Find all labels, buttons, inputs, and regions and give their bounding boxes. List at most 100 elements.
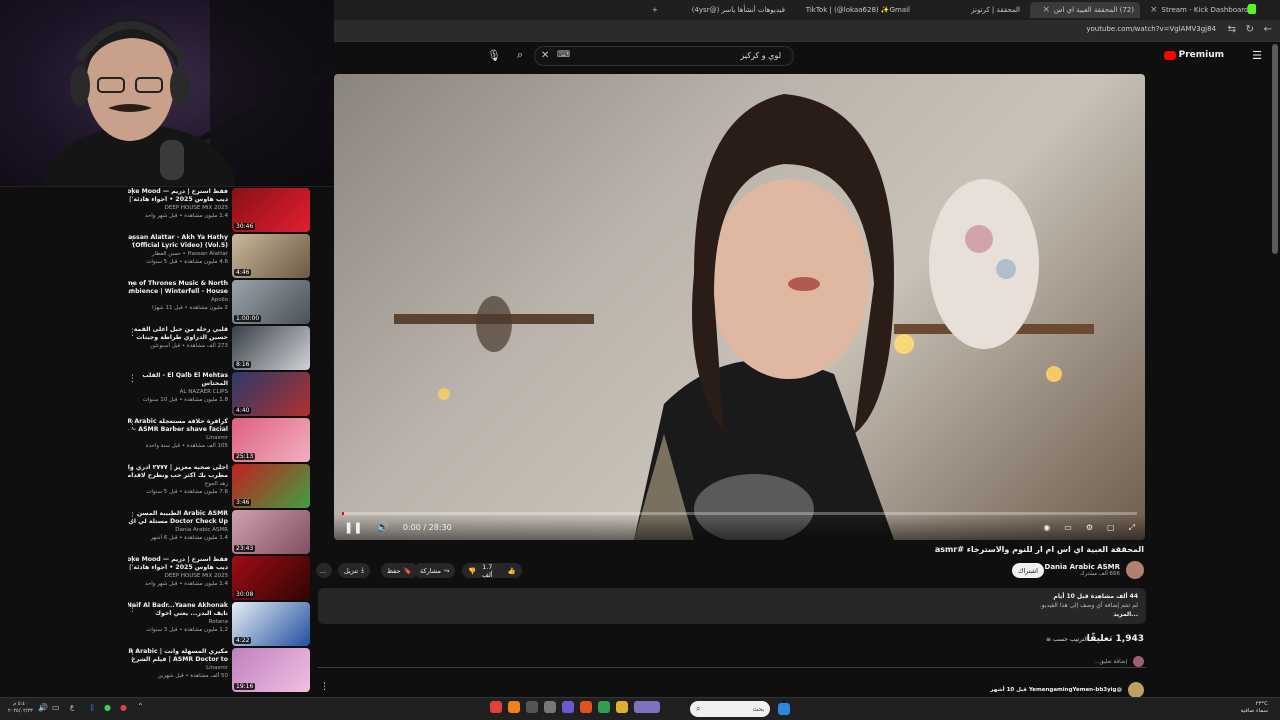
subscribe-button[interactable]: اشتراك xyxy=(1012,563,1044,578)
search-icon[interactable]: ⌕ xyxy=(517,48,523,62)
volume-icon[interactable]: 🔊 xyxy=(38,703,48,712)
input-language[interactable]: ع xyxy=(70,703,74,711)
like-icon[interactable]: 👍 xyxy=(508,567,516,575)
recommended-video[interactable]: ⋮فقط استرخ | دريم — Smoke Moodديب هاوس 2… xyxy=(120,188,320,232)
video-title-line-1[interactable]: كرافرة حلاقة مستعجلة ASMR Arabic xyxy=(128,418,228,426)
video-thumbnail[interactable]: 4:22 xyxy=(232,602,310,646)
commenter-avatar[interactable] xyxy=(1128,682,1144,698)
firefox-icon[interactable] xyxy=(508,701,520,713)
recommended-video[interactable]: ⋮ قلبي رحلة من حبل اعلى القمة حسين الدراوي… xyxy=(120,326,320,370)
video-title-line-1[interactable]: Arabic ASMR الطبيبة المسن xyxy=(128,510,228,518)
settings-icon[interactable]: ⚙ xyxy=(1086,523,1093,532)
video-title-line-2[interactable]: ASMR Doctor to | فيلم الشرخ xyxy=(128,656,228,664)
clear-search-icon[interactable]: ✕ xyxy=(541,50,549,61)
app-icon-4[interactable] xyxy=(544,701,556,713)
video-thumbnail[interactable]: 3:46 xyxy=(232,464,310,508)
add-comment-input[interactable]: إضافة تعليق... xyxy=(1094,659,1127,665)
video-thumbnail[interactable]: 30:08 xyxy=(232,556,310,600)
video-player[interactable]: ❚❚ 🔊 0:00 / 28:30 ◉ ▭ ⚙ ▢ ⤢ xyxy=(334,74,1145,540)
keyboard-icon[interactable]: ⌨ xyxy=(557,50,570,60)
more-actions-button[interactable]: ... xyxy=(316,563,332,578)
recommended-video[interactable]: ⋮كرافرة حلاقة مستعجلة ASMR ArabicASMR Ba… xyxy=(120,418,320,462)
comment-author[interactable]: @YemengamingYemen-bb3yig قبل 10 أشهر xyxy=(990,687,1122,693)
sort-comments-button[interactable]: الترتيب حسب ≡ xyxy=(1046,636,1088,643)
page-scrollbar[interactable] xyxy=(1272,44,1278,254)
comment-more-icon[interactable]: ⋮ xyxy=(320,682,329,692)
video-title-line-2[interactable]: ASMR Barber shave facial ~ جبر xyxy=(128,426,228,434)
channel-name[interactable]: Dania Arabic ASMR xyxy=(128,526,228,534)
volume-icon[interactable]: 🔊 xyxy=(376,522,388,533)
close-tab-icon[interactable]: × xyxy=(1042,5,1050,15)
channel-name[interactable]: زهد الجوع xyxy=(128,480,228,488)
network-icon[interactable]: ▭ xyxy=(52,703,60,712)
file-explorer-icon[interactable] xyxy=(616,701,628,713)
back-icon[interactable]: ← xyxy=(1264,24,1272,35)
menu-icon[interactable]: ☰ xyxy=(1252,49,1262,62)
video-title-line-2[interactable]: نايف البدر... يعني أخوك xyxy=(128,610,228,618)
weather-widget[interactable]: ٢٣°C سماء صافية xyxy=(1241,701,1268,715)
video-title-line-1[interactable]: مكيري المسهلة وانت | ASMR Arabic xyxy=(128,648,228,656)
microphone-icon[interactable]: 🎙 xyxy=(487,49,501,62)
video-thumbnail[interactable]: 4:40 xyxy=(232,372,310,416)
refresh-icon[interactable]: ↻ xyxy=(1246,24,1254,35)
theater-mode-icon[interactable]: ▢ xyxy=(1107,523,1115,532)
tab-tiktok[interactable]: TikTok | (@lokaa628) ✨Gmail xyxy=(790,2,910,18)
recommended-video[interactable]: ⋮احلى صحبه معزيز | ٢٧٧٧ ادري وانك علىمطر… xyxy=(120,464,320,508)
add-comment-row[interactable]: إضافة تعليق... xyxy=(1094,656,1144,667)
video-title-line-2[interactable]: ديب هاوس 2025 • أجواء هادئة | دمعات xyxy=(128,564,228,572)
chrome-icon[interactable] xyxy=(598,701,610,713)
tab-youtube-active[interactable]: (72) المحققة الغبية اي اس × xyxy=(1030,2,1140,18)
tab-kick-dashboard[interactable]: Stream - Kick Dashboard × xyxy=(1150,2,1249,18)
video-title-line-1[interactable]: احلى صحبه معزيز | ٢٧٧٧ ادري وانك على xyxy=(128,464,228,472)
dislike-icon[interactable]: 👎 xyxy=(468,567,476,575)
recommended-video[interactable]: ⋮مكيري المسهلة وانت | ASMR ArabicASMR Do… xyxy=(120,648,320,692)
app-icon-1[interactable] xyxy=(490,701,502,713)
tab-tiktok-videos[interactable]: فيديوهات أنشأها ياسر (@4ysr) xyxy=(670,2,785,18)
channel-avatar[interactable] xyxy=(1126,561,1144,579)
url-text[interactable]: youtube.com/watch?v=VglAMV3gj84 xyxy=(1086,25,1216,33)
recommended-video[interactable]: ⋮ Game of Thrones Music & North Ambience |… xyxy=(120,280,320,324)
video-title-line-1[interactable]: فقط استرخ | دريم — Smoke Mood xyxy=(128,556,228,564)
channel-info[interactable]: Dania Arabic ASMR 666 ألف مشترك xyxy=(1045,561,1144,579)
taskbar-search[interactable]: بحث ⌕ xyxy=(690,701,770,717)
video-title-line-2[interactable]: حسين الدراوي طراطة وجينات xyxy=(128,334,228,342)
recommended-video[interactable]: ⋮ Hassan Alattar - Akh Ya Hathy (Vol.5) (O… xyxy=(120,234,320,278)
video-title-line-2[interactable]: (Vol.5) (Official Lyric Video) xyxy=(128,242,228,250)
video-title-line-1[interactable]: Hassan Alattar - Akh Ya Hathy xyxy=(128,234,228,242)
channel-name[interactable]: Rotana xyxy=(128,618,228,626)
video-thumbnail[interactable]: 8:16 xyxy=(232,326,310,370)
share-button[interactable]: مشاركة ↪ xyxy=(414,563,456,578)
video-title-line-1[interactable]: El Qalb El Mehtas - القلب xyxy=(128,372,228,380)
recommended-video[interactable]: ⋮ El Qalb El Mehtas - القلب المحتاس AL NAZA… xyxy=(120,372,320,416)
recommended-video[interactable]: ⋮فقط استرخ | دريم — Smoke Moodديب هاوس 2… xyxy=(120,556,320,600)
bluetooth-icon[interactable]: ᛒ xyxy=(90,703,95,712)
video-title-line-2[interactable]: ديب هاوس 2025 • أجواء هادئة | دمعات xyxy=(128,196,228,204)
video-thumbnail[interactable]: 1:00:00 xyxy=(232,280,310,324)
tab-cartoons[interactable]: المحققة | كرتونز xyxy=(920,2,1020,18)
app-group-icon[interactable] xyxy=(634,701,660,713)
tray-record-icon[interactable]: ● xyxy=(120,703,127,712)
video-title-line-1[interactable]: Game of Thrones Music & North xyxy=(128,280,228,288)
video-title-line-1[interactable]: Naif Al Badr...Yaane Akhonak | xyxy=(128,602,228,610)
channel-name[interactable]: Hassan Alattar • حسن العطار xyxy=(128,250,228,258)
youtube-premium-logo[interactable]: Premium xyxy=(1163,50,1224,60)
video-title-line-2[interactable]: Doctor Check Up مستلة لي اي اي ار xyxy=(128,518,228,526)
channel-name[interactable]: DEEP HOUSE MIX 2025 xyxy=(128,572,228,580)
discord-icon[interactable] xyxy=(562,701,574,713)
recommended-video[interactable]: ⋮Naif Al Badr...Yaane Akhonak |نايف البد… xyxy=(120,602,320,646)
video-title-line-1[interactable]: فقط استرخ | دريم — Smoke Mood xyxy=(128,188,228,196)
channel-name[interactable]: Apollo xyxy=(128,296,228,304)
subtitles-icon[interactable]: ▭ xyxy=(1064,523,1072,532)
video-thumbnail[interactable]: 19:16 xyxy=(232,648,310,692)
channel-name[interactable]: Linasmr xyxy=(128,664,228,672)
video-title-line-1[interactable]: قلبي رحلة من حبل اعلى القمة xyxy=(128,326,228,334)
close-tab-icon[interactable]: × xyxy=(1150,5,1158,15)
search-input[interactable]: ✕ ⌨ لوي و كركيز xyxy=(534,46,794,66)
video-thumbnail[interactable]: 23:43 xyxy=(232,510,310,554)
video-thumbnail[interactable]: 4:46 xyxy=(232,234,310,278)
download-button[interactable]: تنزيل ⤓ xyxy=(338,563,370,578)
new-tab-button[interactable]: + xyxy=(652,2,658,18)
tray-app-icon[interactable]: ● xyxy=(104,703,111,712)
capcut-icon[interactable] xyxy=(526,701,538,713)
fullscreen-icon[interactable]: ⤢ xyxy=(1129,523,1135,533)
